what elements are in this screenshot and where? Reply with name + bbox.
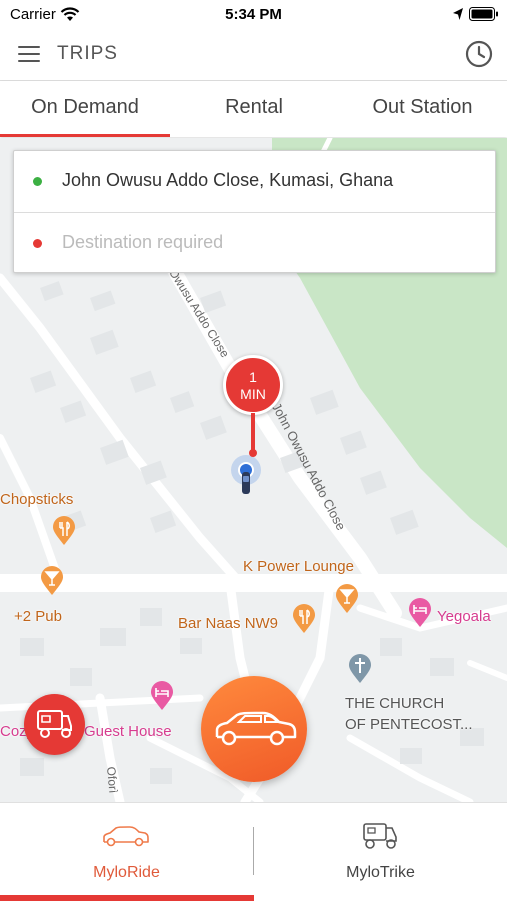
place-label: THE CHURCH: [345, 695, 445, 712]
hamburger-menu-icon[interactable]: [18, 46, 40, 64]
eta-marker: 1 MIN: [223, 355, 283, 415]
tricycle-icon: [37, 710, 72, 738]
hotel-pin-icon[interactable]: [408, 598, 432, 628]
destination-field[interactable]: Destination required: [62, 232, 223, 253]
hotel-pin-icon[interactable]: [150, 681, 174, 711]
destination-dot-icon: [33, 239, 42, 248]
current-location-marker: [231, 455, 261, 494]
bar-pin-icon[interactable]: [335, 584, 359, 614]
car-icon: [215, 711, 297, 746]
bar-pin-icon[interactable]: [40, 566, 64, 596]
trip-type-tabs: On Demand Rental Out Station: [0, 81, 507, 137]
place-label: OF PENTECOST...: [345, 716, 473, 733]
page-title: TRIPS: [57, 43, 118, 64]
status-bar: Carrier 5:34 PM: [0, 0, 507, 30]
nav-mylo-trike-label: MyloTrike: [346, 864, 415, 881]
pickup-address: John Owusu Addo Close, Kumasi, Ghana: [62, 170, 394, 190]
eta-marker-stem: [251, 413, 255, 453]
nav-mylo-ride-label: MyloRide: [93, 864, 160, 881]
eta-marker-tip: [249, 449, 257, 457]
tab-on-demand[interactable]: On Demand: [0, 81, 170, 137]
place-label: Bar Naas NW9: [178, 615, 279, 632]
bottom-navigation: MyloRide MyloTrike: [0, 802, 507, 901]
destination-row[interactable]: Destination required: [14, 212, 495, 273]
trike-fab-button[interactable]: [24, 694, 85, 755]
tricycle-icon: [363, 823, 397, 849]
eta-value: 1: [249, 369, 257, 385]
nav-mylo-ride[interactable]: MyloRide: [0, 803, 253, 901]
battery-icon: [469, 7, 498, 21]
place-label: Chopsticks: [0, 491, 74, 508]
place-label: +2 Pub: [14, 608, 62, 625]
place-label: Yegoala: [437, 608, 491, 625]
address-card: John Owusu Addo Close, Kumasi, Ghana Des…: [13, 150, 496, 273]
eta-unit: MIN: [240, 386, 266, 402]
clock-history-icon[interactable]: [464, 39, 494, 69]
car-icon: [103, 826, 149, 847]
restaurant-pin-icon[interactable]: [52, 516, 76, 546]
church-pin-icon[interactable]: [348, 654, 372, 684]
status-time: 5:34 PM: [225, 6, 282, 23]
active-tab-indicator: [0, 895, 254, 901]
location-arrow-icon: [453, 8, 463, 20]
place-label: Guest House: [84, 723, 172, 740]
restaurant-pin-icon[interactable]: [292, 604, 316, 634]
pickup-dot-icon: [33, 177, 42, 186]
place-label: K Power Lounge: [243, 558, 354, 575]
tab-out-station[interactable]: Out Station: [338, 81, 507, 137]
nav-mylo-trike[interactable]: MyloTrike: [254, 803, 507, 901]
app-header: TRIPS: [0, 30, 507, 81]
pickup-row[interactable]: John Owusu Addo Close, Kumasi, Ghana: [14, 151, 495, 211]
car-fab-button[interactable]: [201, 676, 307, 782]
street-label: Oforì: [104, 766, 121, 794]
tab-rental[interactable]: Rental: [170, 81, 338, 137]
